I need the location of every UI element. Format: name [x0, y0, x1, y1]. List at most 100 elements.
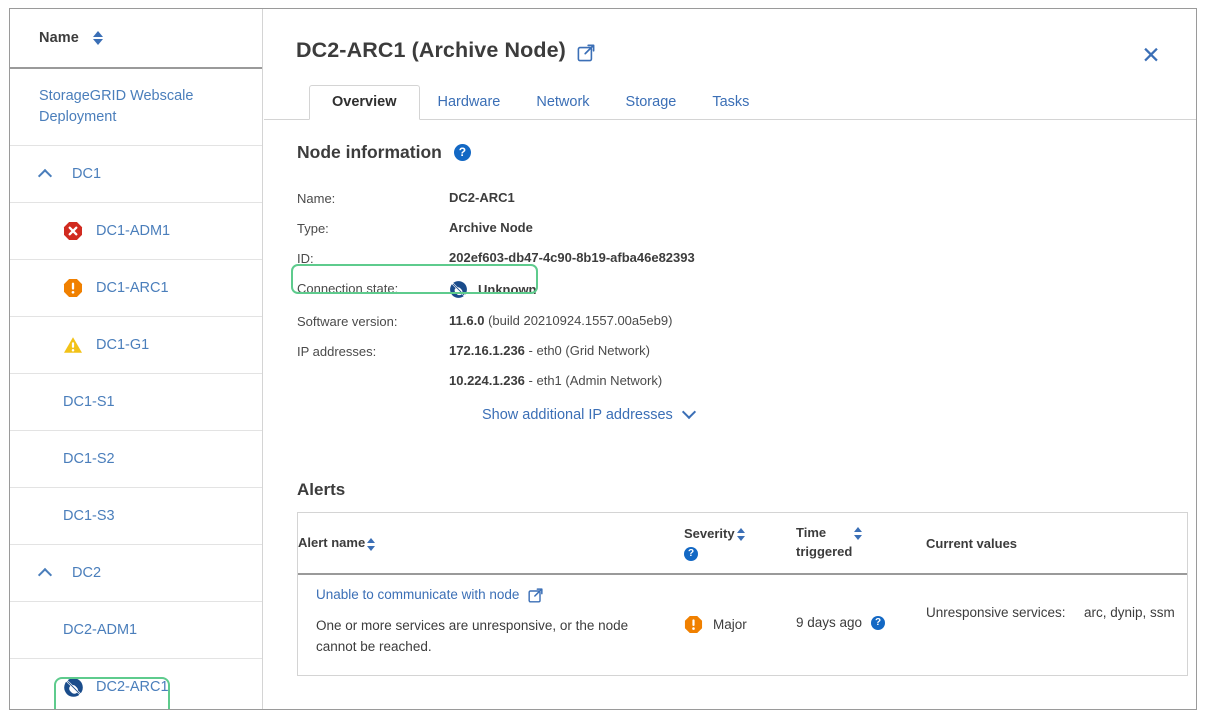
info-value: Archive Node — [449, 220, 533, 235]
column-label: Time — [796, 524, 852, 543]
info-row-connection-state: Connection state: Unknown — [297, 277, 997, 310]
external-link-icon[interactable] — [577, 43, 595, 61]
sidebar-item-dc1-adm1[interactable]: DC1-ADM1 — [10, 203, 262, 260]
tab-label: Network — [536, 94, 589, 110]
sidebar-item-label: DC1-G1 — [96, 337, 149, 353]
alert-name-link[interactable]: Unable to communicate with node — [316, 587, 684, 602]
critical-octagon-icon — [63, 221, 83, 241]
sidebar-item-label: DC2-ADM1 — [63, 622, 137, 638]
info-label: Connection state: — [297, 280, 449, 296]
info-label: IP addresses: — [297, 343, 449, 359]
software-version-number: 11.6.0 — [449, 313, 484, 328]
info-value: 11.6.0 (build 20210924.1557.00a5eb9) — [449, 313, 672, 328]
external-link-icon[interactable] — [528, 588, 543, 603]
info-row-ip-addresses-secondary: 10.224.1.236 - eth1 (Admin Network) — [297, 370, 997, 400]
info-value: 10.224.1.236 - eth1 (Admin Network) — [449, 373, 662, 388]
sidebar-item-dc2-arc1[interactable]: DC2-ARC1 — [10, 659, 262, 710]
info-label: Type: — [297, 220, 449, 236]
sidebar-item-dc1-arc1[interactable]: DC1-ARC1 — [10, 260, 262, 317]
node-tabs: Overview Hardware Network Storage Tasks — [264, 85, 1196, 120]
connection-state-value: Unknown — [478, 282, 537, 297]
sidebar-item-label: DC1-S3 — [63, 508, 115, 524]
sidebar-item-label: DC2-ARC1 — [96, 679, 169, 695]
unknown-disconnected-icon — [63, 677, 83, 697]
alert-severity-cell: Major — [684, 587, 796, 634]
sidebar-item-label: DC1-ADM1 — [96, 223, 170, 239]
software-version-build: (build 20210924.1557.00a5eb9) — [488, 313, 672, 328]
tab-storage[interactable]: Storage — [608, 85, 695, 120]
help-icon[interactable]: ? — [684, 547, 698, 561]
info-value: DC2-ARC1 — [449, 190, 515, 205]
info-row-name: Name: DC2-ARC1 — [297, 187, 997, 217]
sidebar-item-dc1[interactable]: DC1 — [10, 146, 262, 203]
help-icon[interactable]: ? — [871, 616, 885, 630]
node-information-table: Name: DC2-ARC1 Type: Archive Node ID: 20… — [297, 187, 997, 400]
status-badge: Major — [684, 587, 796, 634]
sidebar-item-label: DC1-ARC1 — [96, 280, 169, 296]
info-label-spacer — [297, 373, 449, 374]
chevron-up-icon[interactable] — [40, 567, 53, 580]
alerts-table-header: Alert name Severity ? Time triggere — [298, 513, 1187, 575]
info-label: Name: — [297, 190, 449, 206]
unknown-disconnected-icon — [449, 280, 468, 299]
sidebar-item-dc1-s1[interactable]: DC1-S1 — [10, 374, 262, 431]
chevron-down-icon — [684, 407, 695, 418]
sidebar-item-dc1-s3[interactable]: DC1-S3 — [10, 488, 262, 545]
info-row-type: Type: Archive Node — [297, 217, 997, 247]
node-information-heading: Node information ? — [297, 142, 471, 163]
sidebar-item-dc2-adm1[interactable]: DC2-ADM1 — [10, 602, 262, 659]
node-detail-panel: DC2-ARC1 (Archive Node) ✕ Overview Hardw… — [264, 9, 1196, 709]
alert-description: One or more services are unresponsive, o… — [316, 616, 666, 658]
ip-address: 172.16.1.236 — [449, 343, 525, 358]
column-time-triggered[interactable]: Time triggered — [796, 516, 926, 570]
tab-label: Hardware — [438, 94, 501, 110]
tab-label: Storage — [626, 94, 677, 110]
nodes-sidebar: Name StorageGRID Webscale Deployment DC1… — [10, 9, 263, 710]
info-value: 202ef603-db47-4c90-8b19-afba46e82393 — [449, 250, 695, 265]
close-icon[interactable]: ✕ — [1139, 43, 1163, 67]
column-current-values-spacer — [1084, 535, 1184, 551]
sidebar-item-label: DC2 — [72, 565, 101, 581]
sidebar-item-dc1-s2[interactable]: DC1-S2 — [10, 431, 262, 488]
ip-address: 10.224.1.236 — [449, 373, 525, 388]
tab-tasks[interactable]: Tasks — [694, 85, 767, 120]
sort-arrows-icon[interactable] — [852, 526, 864, 541]
alert-current-value-label: Unresponsive services: — [926, 587, 1084, 624]
info-row-ip-addresses: IP addresses: 172.16.1.236 - eth0 (Grid … — [297, 340, 997, 370]
major-octagon-icon — [684, 615, 703, 634]
sort-arrows-icon[interactable] — [91, 30, 105, 46]
column-current-values: Current values — [926, 528, 1084, 559]
show-additional-ip-addresses-link[interactable]: Show additional IP addresses — [482, 407, 695, 423]
alert-severity-label: Major — [713, 617, 747, 632]
sidebar-item-deployment[interactable]: StorageGRID Webscale Deployment — [10, 69, 262, 146]
alert-time-cell: 9 days ago ? — [796, 587, 926, 630]
node-information-heading-text: Node information — [297, 142, 442, 163]
app-frame: Name StorageGRID Webscale Deployment DC1… — [9, 8, 1197, 710]
sidebar-item-dc1-g1[interactable]: DC1-G1 — [10, 317, 262, 374]
tab-hardware[interactable]: Hardware — [420, 85, 519, 120]
info-row-software-version: Software version: 11.6.0 (build 20210924… — [297, 310, 997, 340]
alerts-heading: Alerts — [297, 480, 345, 500]
info-row-id: ID: 202ef603-db47-4c90-8b19-afba46e82393 — [297, 247, 997, 277]
alert-time-wrapper: 9 days ago ? — [796, 587, 926, 630]
ip-address-detail: - eth0 (Grid Network) — [529, 343, 650, 358]
sidebar-item-dc2[interactable]: DC2 — [10, 545, 262, 602]
chevron-up-icon[interactable] — [40, 168, 53, 181]
sidebar-header: Name — [10, 9, 262, 69]
column-alert-name[interactable]: Alert name — [298, 527, 684, 560]
alert-time-triggered: 9 days ago — [796, 615, 862, 630]
tab-label: Tasks — [712, 94, 749, 110]
alerts-table: Alert name Severity ? Time triggere — [297, 512, 1188, 676]
column-label: Current values — [926, 536, 1017, 551]
help-icon[interactable]: ? — [454, 144, 471, 161]
tab-overview[interactable]: Overview — [309, 85, 420, 120]
sort-arrows-icon[interactable] — [735, 527, 747, 542]
tab-network[interactable]: Network — [518, 85, 607, 120]
sidebar-item-label: DC1 — [72, 166, 101, 182]
info-label: Software version: — [297, 313, 449, 329]
column-label-line2: triggered — [796, 543, 852, 562]
column-severity[interactable]: Severity ? — [684, 517, 796, 569]
sidebar-item-label: DC1-S2 — [63, 451, 115, 467]
show-additional-ip-addresses-label: Show additional IP addresses — [482, 407, 673, 423]
sort-arrows-icon[interactable] — [365, 537, 377, 552]
